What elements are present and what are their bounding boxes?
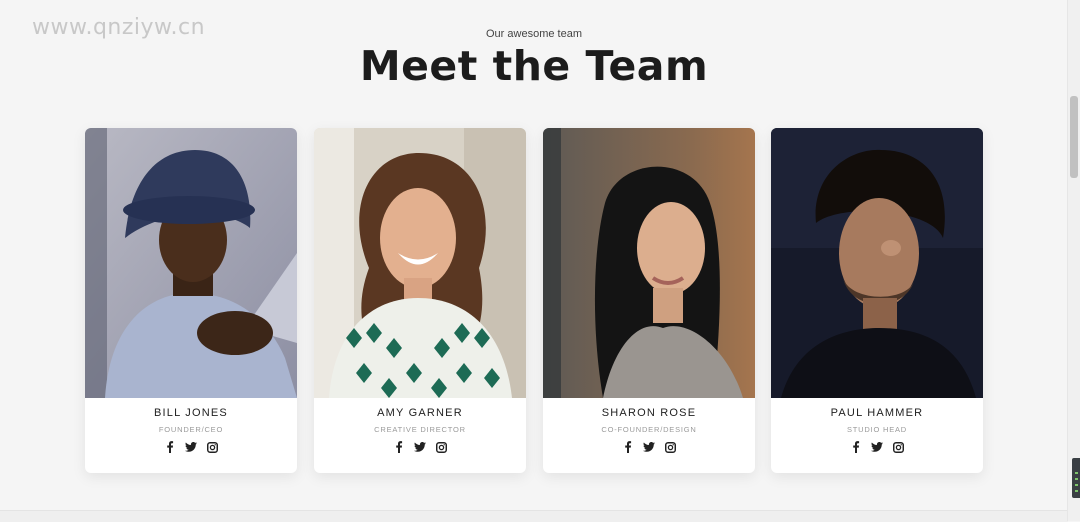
instagram-icon[interactable] [664, 441, 676, 453]
member-photo [543, 128, 755, 398]
twitter-icon[interactable] [643, 441, 655, 453]
social-links [771, 441, 983, 453]
member-photo [85, 128, 297, 398]
member-role: FOUNDER/CEO [158, 425, 224, 434]
twitter-icon[interactable] [414, 441, 426, 453]
vertical-scrollbar[interactable] [1067, 0, 1080, 521]
member-role: CO-FOUNDER/DESIGN [601, 425, 697, 434]
scrollbar-thumb[interactable] [1070, 96, 1078, 178]
member-photo [314, 128, 526, 398]
instagram-icon[interactable] [435, 441, 447, 453]
member-role: STUDIO HEAD [846, 425, 908, 434]
twitter-icon[interactable] [185, 441, 197, 453]
facebook-icon[interactable] [393, 441, 405, 453]
section-subtitle: Our awesome team [486, 28, 582, 40]
team-card-bill-jones: BILL JONES FOUNDER/CEO [85, 128, 297, 473]
side-widget-tab[interactable] [1072, 458, 1080, 498]
member-role: CREATIVE DIRECTOR [374, 425, 466, 434]
team-card-sharon-rose: SHARON ROSE CO-FOUNDER/DESIGN [543, 128, 755, 473]
member-photo [771, 128, 983, 398]
social-links [85, 441, 297, 453]
member-name: PAUL HAMMER [830, 407, 924, 419]
member-name: SHARON ROSE [601, 407, 697, 419]
team-card-amy-garner: AMY GARNER CREATIVE DIRECTOR [314, 128, 526, 473]
facebook-icon[interactable] [850, 441, 862, 453]
twitter-icon[interactable] [871, 441, 883, 453]
next-section-edge [0, 510, 1068, 522]
social-links [314, 441, 526, 453]
instagram-icon[interactable] [892, 441, 904, 453]
facebook-icon[interactable] [164, 441, 176, 453]
page-title: Meet the Team [359, 42, 709, 90]
member-name: AMY GARNER [377, 407, 463, 419]
member-name: BILL JONES [154, 407, 228, 419]
facebook-icon[interactable] [622, 441, 634, 453]
instagram-icon[interactable] [206, 441, 218, 453]
social-links [543, 441, 755, 453]
team-card-paul-hammer: PAUL HAMMER STUDIO HEAD [771, 128, 983, 473]
